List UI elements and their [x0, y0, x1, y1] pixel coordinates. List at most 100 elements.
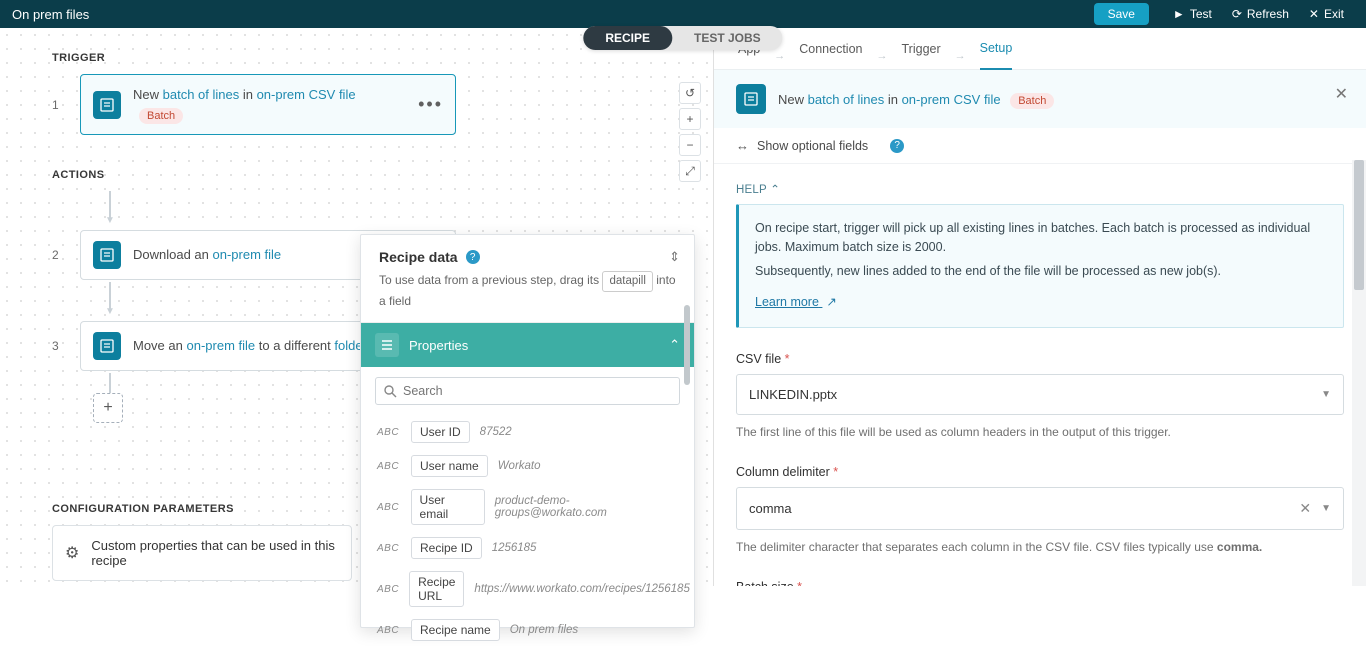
datapill[interactable]: User name	[411, 455, 488, 477]
datapill[interactable]: User email	[411, 489, 485, 525]
close-banner-button[interactable]: ✕	[1335, 84, 1348, 104]
tab-trigger[interactable]: Trigger	[902, 42, 941, 69]
top-bar: On prem files Save ► Test ⟳ Refresh ✕ Ex…	[0, 0, 1366, 28]
step-3-number: 3	[52, 321, 80, 371]
batch-badge: Batch	[139, 108, 183, 124]
type-badge: ABC	[377, 461, 401, 472]
datapill[interactable]: Recipe ID	[411, 537, 482, 559]
datapill-sample: 1256185	[492, 542, 537, 554]
step-1-box[interactable]: New batch of lines in on-prem CSV file B…	[80, 74, 456, 135]
t1: New	[133, 87, 163, 102]
config-section-label: CONFIGURATION PARAMETERS	[52, 503, 352, 515]
trigger-banner: New batch of lines in on-prem CSV file B…	[714, 70, 1366, 128]
save-button[interactable]: Save	[1094, 3, 1149, 25]
datapill-sample: On prem files	[510, 624, 578, 636]
batch-badge: Batch	[1010, 93, 1054, 109]
expand-icon[interactable]: ⇕	[669, 249, 680, 265]
config-box[interactable]: ⚙ Custom properties that can be used in …	[52, 525, 352, 581]
help-text-2: Subsequently, new lines added to the end…	[755, 262, 1327, 281]
chevron-up-icon: ⌃	[770, 184, 780, 196]
gear-icon: ⚙	[65, 543, 79, 563]
app-title: On prem files	[12, 7, 89, 22]
t4: on-prem CSV file	[257, 87, 356, 102]
search-input[interactable]	[375, 377, 680, 405]
zoom-out-button[interactable]: −	[679, 134, 701, 156]
datapill[interactable]: Recipe name	[411, 619, 500, 641]
datapill-row[interactable]: ABC Recipe ID 1256185	[375, 531, 680, 565]
trigger-section-label: TRIGGER	[52, 52, 456, 64]
delimiter-field: Column delimiter * comma ✕ ▼ The delimit…	[736, 465, 1344, 556]
datapill[interactable]: Recipe URL	[409, 571, 464, 607]
search-field[interactable]	[403, 384, 671, 398]
refresh-button[interactable]: ⟳ Refresh	[1222, 3, 1299, 25]
properties-header[interactable]: Properties ⌃	[361, 323, 694, 367]
step-2-text: Download an on-prem file	[133, 245, 281, 265]
right-panel: App → Connection → Trigger → Setup New b…	[714, 28, 1366, 586]
datapill-sample: 87522	[480, 426, 512, 438]
s2b: on-prem file	[213, 247, 282, 262]
test-button[interactable]: ► Test	[1163, 3, 1222, 25]
tab-recipe[interactable]: RECIPE	[583, 26, 672, 50]
panel-body: ABCUser ID87522ABCUser nameWorkatoABCUse…	[361, 367, 694, 627]
panel-scrollbar[interactable]	[684, 305, 692, 623]
help-text-1: On recipe start, trigger will pick up al…	[755, 219, 1327, 258]
help-icon[interactable]: ?	[466, 250, 480, 264]
datapill-row[interactable]: ABCUser ID87522	[375, 415, 680, 449]
learn-more-link[interactable]: Learn more ↗	[755, 295, 837, 309]
setup-tabs: App → Connection → Trigger → Setup	[714, 28, 1366, 70]
clear-icon[interactable]: ✕	[1299, 500, 1311, 517]
tab-test-jobs[interactable]: TEST JOBS	[672, 26, 783, 50]
csv-file-field: CSV file * LINKEDIN.pptx ▼ The first lin…	[736, 352, 1344, 441]
step-1-row: 1 New batch of lines in on-prem CSV file…	[52, 74, 456, 135]
play-icon: ►	[1173, 7, 1185, 21]
s3a: Move an	[133, 338, 186, 353]
tab-connection[interactable]: Connection	[799, 42, 862, 69]
b1: New	[778, 92, 808, 107]
help-toggle[interactable]: HELP ⌃	[736, 182, 1344, 196]
step-1-menu[interactable]: •••	[418, 94, 443, 115]
exit-label: Exit	[1324, 7, 1344, 21]
type-badge: ABC	[377, 584, 399, 595]
delimiter-label: Column delimiter *	[736, 465, 1344, 479]
delimiter-select[interactable]: comma ✕ ▼	[736, 487, 1344, 530]
b2: batch of lines	[808, 92, 885, 107]
fit-button[interactable]: ⤢	[679, 160, 701, 182]
external-link-icon: ↗	[826, 293, 836, 312]
datapill-row[interactable]: ABCUser nameWorkato	[375, 449, 680, 483]
exit-button[interactable]: ✕ Exit	[1299, 3, 1354, 25]
tab-setup[interactable]: Setup	[980, 41, 1013, 70]
file-icon	[736, 84, 766, 114]
b4: on-prem CSV file	[902, 92, 1001, 107]
t3: in	[239, 87, 256, 102]
datapill-row[interactable]: ABCRecipe URLhttps://www.workato.com/rec…	[375, 565, 680, 613]
datapill-row[interactable]: ABCRecipe nameOn prem files	[375, 613, 680, 647]
datapill[interactable]: User ID	[411, 421, 470, 443]
s3b: on-prem file	[186, 338, 255, 353]
undo-button[interactable]: ↺	[679, 82, 701, 104]
t2: batch of lines	[163, 87, 240, 102]
zoom-in-button[interactable]: +	[679, 108, 701, 130]
close-icon: ✕	[1309, 7, 1319, 21]
refresh-icon: ⟳	[1232, 7, 1242, 21]
add-step-button[interactable]: +	[93, 393, 123, 423]
recipe-data-panel: Recipe data ? To use data from a previou…	[360, 234, 695, 628]
optional-fields-row: ↔ Show optional fields ?	[714, 128, 1366, 164]
panel-title: Recipe data	[379, 249, 458, 265]
search-icon	[384, 385, 397, 398]
type-badge: ABC	[377, 502, 401, 513]
canvas-controls: ↺ + − ⤢	[679, 82, 701, 182]
help-icon[interactable]: ?	[890, 139, 904, 153]
refresh-label: Refresh	[1247, 7, 1289, 21]
right-scrollbar[interactable]	[1352, 160, 1366, 586]
scrollbar-thumb[interactable]	[1354, 160, 1364, 290]
s3c: to a different	[255, 338, 334, 353]
help-box: On recipe start, trigger will pick up al…	[736, 204, 1344, 328]
sub1: To use data from a previous step, drag i…	[379, 273, 602, 287]
datapill-row[interactable]: ABCUser emailproduct-demo-groups@workato…	[375, 483, 680, 531]
chevron-up-icon: ⌃	[669, 337, 680, 353]
csv-file-select[interactable]: LINKEDIN.pptx ▼	[736, 374, 1344, 415]
optional-fields-toggle[interactable]: Show optional fields	[757, 139, 868, 153]
file-icon	[93, 332, 121, 360]
scrollbar-thumb[interactable]	[684, 305, 690, 385]
type-badge: ABC	[377, 543, 401, 554]
